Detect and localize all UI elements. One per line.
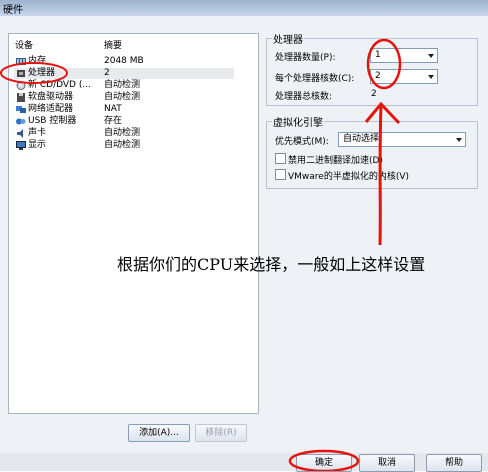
annotation-arrow-shaft <box>378 105 383 246</box>
processor-highlight-circle <box>0 62 68 84</box>
processor-settings-highlight-circle <box>366 38 402 90</box>
ok-button-highlight-circle <box>288 449 360 471</box>
annotation-arrow-head <box>364 101 401 125</box>
annotation-marks <box>0 38 402 471</box>
